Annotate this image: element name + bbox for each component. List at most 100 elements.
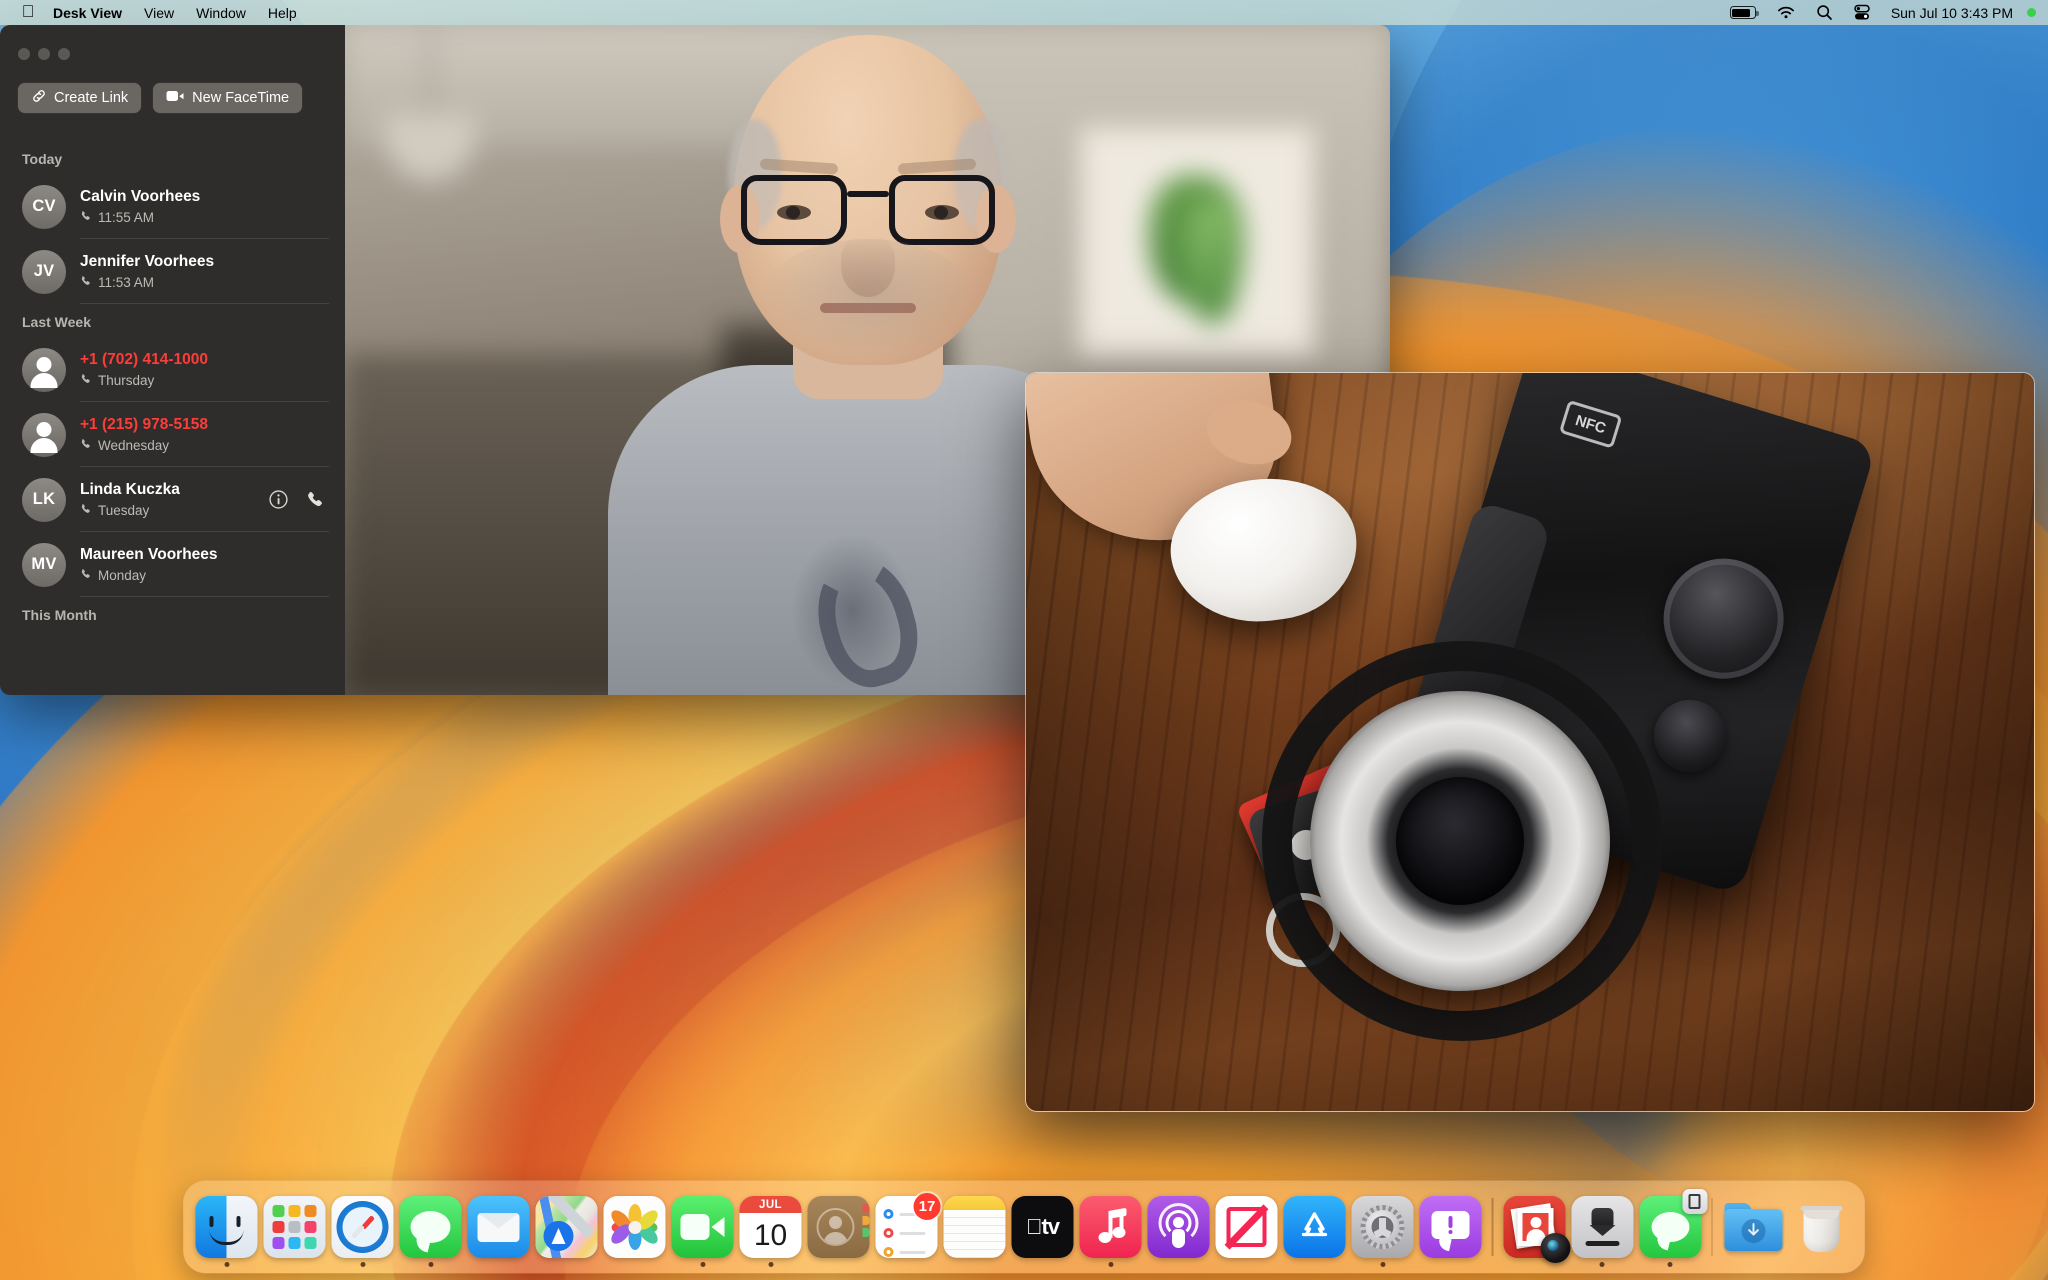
tshirt-logo	[791, 535, 912, 685]
dock-item-photo-booth[interactable]	[1500, 1181, 1570, 1273]
dock-item-image-capture[interactable]	[1568, 1181, 1636, 1273]
menu-item-window[interactable]: Window	[185, 3, 257, 22]
control-center-icon[interactable]	[1843, 3, 1881, 23]
call-row-calvin-voorhees[interactable]: CV Calvin Voorhees 11:55 AM	[0, 174, 345, 239]
dock-item-reminders[interactable]: 17	[873, 1181, 941, 1273]
dock-item-calendar[interactable]: JUL 10	[737, 1181, 805, 1273]
call-meta: Monday	[80, 568, 329, 583]
beard-stubble	[760, 239, 975, 359]
person-head	[719, 35, 1016, 365]
running-indicator	[1667, 1262, 1673, 1267]
dock-item-messages-business[interactable]	[1636, 1181, 1707, 1273]
call-row-702-414-1000[interactable]: +1 (702) 414-1000 Thursday	[0, 337, 345, 402]
dock-item-maps[interactable]	[533, 1181, 601, 1273]
dock-item-contacts[interactable]	[805, 1181, 873, 1273]
call-meta: Thursday	[80, 373, 329, 388]
call-row-content: Jennifer Voorhees 11:53 AM	[80, 239, 329, 304]
call-row-inner: Linda Kuczka Tuesday	[80, 480, 329, 518]
mail-icon	[467, 1196, 530, 1258]
menu-item-app-name[interactable]: Desk View	[42, 3, 133, 22]
trash-icon	[1791, 1196, 1853, 1258]
podcasts-icon	[1147, 1196, 1210, 1258]
menu-item-view[interactable]: View	[133, 3, 185, 22]
phone-icon	[80, 438, 92, 453]
minimize-button[interactable]	[38, 48, 50, 60]
call-time: Tuesday	[98, 502, 150, 518]
photo-booth-icon	[1503, 1196, 1570, 1263]
calendar-month: JUL	[739, 1196, 802, 1213]
downloads-folder-icon	[1723, 1196, 1785, 1258]
dock-item-facetime[interactable]	[669, 1181, 737, 1273]
launchpad-icon	[263, 1196, 326, 1258]
artwork-foliage-2	[1183, 200, 1241, 323]
battery-icon[interactable]	[1720, 3, 1766, 23]
call-row-jennifer-voorhees[interactable]: JV Jennifer Voorhees 11:53 AM	[0, 239, 345, 304]
call-row-content: Linda Kuczka Tuesday	[80, 467, 329, 532]
dock-item-system-settings[interactable]	[1349, 1181, 1417, 1273]
avatar: LK	[22, 477, 66, 522]
avatar: MV	[22, 542, 66, 587]
info-icon[interactable]	[269, 489, 288, 509]
wifi-icon[interactable]	[1766, 3, 1806, 23]
facetime-action-buttons: Create Link New FaceTime	[0, 83, 345, 127]
dock-item-finder[interactable]	[193, 1181, 261, 1273]
dock-item-trash[interactable]	[1788, 1181, 1856, 1273]
caller-name: +1 (702) 414-1000	[80, 351, 208, 369]
call-history-list[interactable]: Today CV Calvin Voorhees 11:55 AM JV Jen…	[0, 127, 345, 630]
safari-icon	[331, 1196, 394, 1258]
call-row-content: +1 (215) 978-5158 Wednesday	[80, 402, 329, 467]
dock-item-mail[interactable]	[465, 1181, 533, 1273]
call-meta: 11:55 AM	[80, 210, 329, 225]
dock-item-news[interactable]	[1213, 1181, 1281, 1273]
menu-bar-clock[interactable]: Sun Jul 10 3:43 PM	[1881, 3, 2023, 23]
running-indicator	[700, 1262, 705, 1267]
desk-view-window[interactable]: NFC	[1025, 372, 2035, 1112]
menu-item-help[interactable]: Help	[257, 3, 308, 22]
call-row-content: Maureen Voorhees Monday	[80, 532, 329, 597]
create-link-button[interactable]: Create Link	[18, 83, 142, 113]
running-indicator	[1599, 1262, 1605, 1267]
calendar-day: 10	[753, 1218, 788, 1252]
call-time: Wednesday	[98, 437, 170, 453]
dock-item-app-store[interactable]	[1281, 1181, 1349, 1273]
dock-item-notes[interactable]	[941, 1181, 1009, 1273]
call-time: 11:53 AM	[98, 274, 155, 290]
reminders-icon: 17	[875, 1193, 941, 1258]
phone-icon	[80, 373, 92, 388]
caller-name: Calvin Voorhees	[80, 188, 201, 206]
call-row-maureen-voorhees[interactable]: MV Maureen Voorhees Monday	[0, 532, 345, 597]
notes-icon	[943, 1196, 1006, 1258]
glasses-bridge	[846, 191, 889, 197]
call-meta: Tuesday	[80, 503, 269, 518]
caller-name: +1 (215) 978-5158	[80, 416, 208, 434]
avatar-generic-person-icon	[22, 347, 66, 392]
new-facetime-button[interactable]: New FaceTime	[153, 83, 303, 113]
traffic-lights[interactable]	[18, 48, 70, 60]
eye-left	[776, 205, 811, 220]
zoom-button[interactable]	[58, 48, 70, 60]
dock-item-photos[interactable]	[601, 1181, 669, 1273]
phone-icon	[80, 568, 92, 583]
calendar-icon: JUL 10	[739, 1196, 802, 1258]
dock-item-podcasts[interactable]	[1145, 1181, 1213, 1273]
apple-logo-icon[interactable]: 	[14, 3, 42, 22]
call-row-215-978-5158[interactable]: +1 (215) 978-5158 Wednesday	[0, 402, 345, 467]
avatar-generic-person-icon	[22, 412, 66, 457]
menu-bar-status-area: Sun Jul 10 3:43 PM	[1720, 3, 2048, 23]
dock-item-music[interactable]	[1077, 1181, 1145, 1273]
dock-item-safari[interactable]	[329, 1181, 397, 1273]
running-indicator	[428, 1262, 433, 1267]
dock[interactable]: JUL 10 17 tv	[183, 1181, 1865, 1273]
search-icon[interactable]	[1806, 3, 1843, 23]
close-button[interactable]	[18, 48, 30, 60]
dock-item-feedback-assistant[interactable]	[1417, 1181, 1485, 1273]
dock-item-tv[interactable]: tv	[1009, 1181, 1077, 1273]
dock-item-downloads[interactable]	[1720, 1181, 1788, 1273]
menu-bar:  Desk View View Window Help	[0, 0, 2048, 25]
dock-item-messages[interactable]	[397, 1181, 465, 1273]
call-time: 11:55 AM	[98, 209, 155, 225]
call-back-phone-icon[interactable]	[306, 490, 325, 509]
call-row-linda-kuczka[interactable]: LK Linda Kuczka Tuesday	[0, 467, 345, 532]
call-row-content: Calvin Voorhees 11:55 AM	[80, 174, 329, 239]
dock-item-launchpad[interactable]	[261, 1181, 329, 1273]
